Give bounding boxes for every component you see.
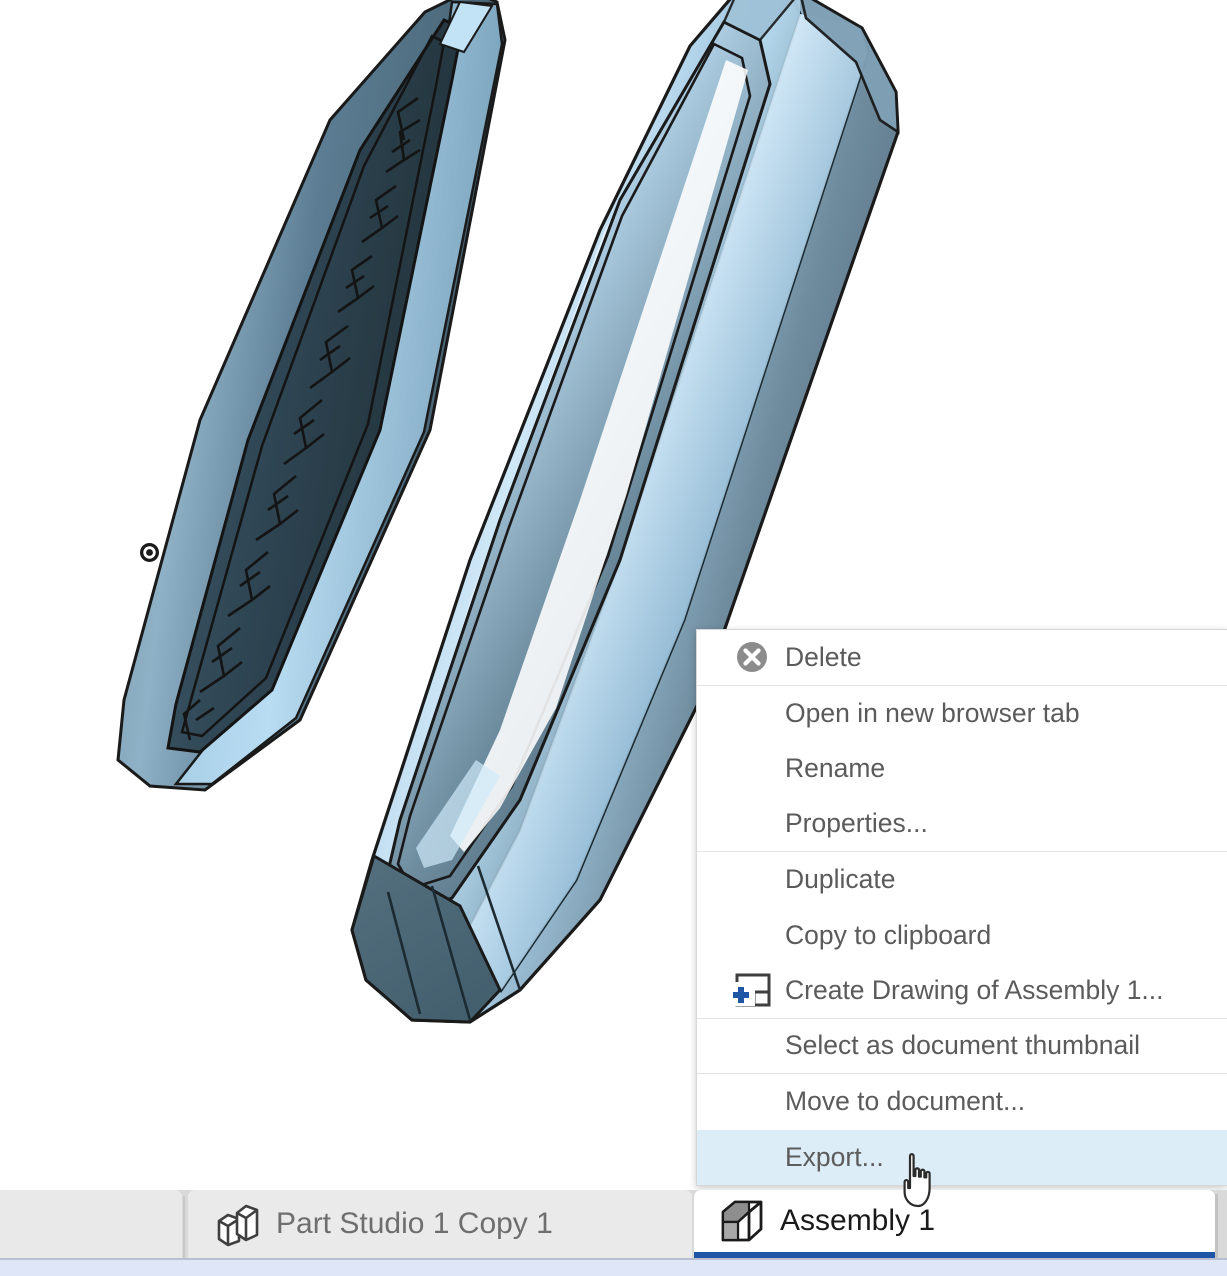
menu-icon-placeholder: [719, 803, 785, 845]
menu-item-label: Move to document...: [785, 1086, 1026, 1117]
part-studio-icon: [212, 1198, 264, 1250]
menu-item-export[interactable]: Export...: [697, 1129, 1227, 1185]
assembly-cube-icon: [716, 1195, 768, 1247]
menu-item-create-drawing[interactable]: Create Drawing of Assembly 1...: [697, 963, 1227, 1019]
menu-icon-placeholder: [719, 859, 785, 901]
menu-item-label: Delete: [785, 641, 862, 672]
tab-assembly-1[interactable]: Assembly 1: [694, 1190, 1215, 1258]
menu-item-label: Export...: [785, 1141, 884, 1172]
menu-item-rename[interactable]: Rename: [697, 741, 1227, 797]
tab-part-studio-1-copy-1[interactable]: Part Studio 1 Copy 1: [188, 1190, 692, 1258]
menu-item-label: Rename: [785, 753, 886, 784]
menu-item-label: Create Drawing of Assembly 1...: [785, 974, 1164, 1005]
onshape-assembly-window: Delete Open in new browser tab Rename Pr…: [0, 0, 1227, 1276]
menu-item-label: Open in new browser tab: [785, 697, 1080, 728]
menu-item-select-as-document-thumbnail[interactable]: Select as document thumbnail: [697, 1019, 1227, 1074]
menu-icon-placeholder: [719, 914, 785, 956]
menu-item-delete[interactable]: Delete: [697, 630, 1227, 686]
menu-item-label: Copy to clipboard: [785, 919, 992, 950]
menu-icon-placeholder: [719, 1136, 785, 1178]
menu-item-properties[interactable]: Properties...: [697, 797, 1227, 852]
menu-icon-placeholder: [719, 1025, 785, 1067]
menu-icon-placeholder: [719, 748, 785, 790]
menu-item-open-in-new-browser-tab[interactable]: Open in new browser tab: [697, 686, 1227, 742]
document-tab-bar[interactable]: Part Studio 1 Copy 1 Assembly 1: [0, 1190, 1227, 1258]
menu-item-label: Duplicate: [785, 864, 896, 895]
delete-circle-icon: [719, 636, 785, 678]
tab-label: Part Studio 1 Copy 1: [276, 1207, 553, 1240]
menu-item-copy-to-clipboard[interactable]: Copy to clipboard: [697, 908, 1227, 964]
assembly-tab-context-menu[interactable]: Delete Open in new browser tab Rename Pr…: [696, 629, 1227, 1186]
menu-item-label: Properties...: [785, 808, 928, 839]
menu-item-label: Select as document thumbnail: [785, 1030, 1141, 1061]
tab-divider-right: [1215, 1194, 1218, 1258]
create-drawing-icon: [719, 969, 785, 1011]
menu-icon-placeholder: [719, 692, 785, 734]
bottom-status-strip: [0, 1258, 1227, 1276]
menu-icon-placeholder: [719, 1081, 785, 1123]
menu-item-move-to-document[interactable]: Move to document...: [697, 1074, 1227, 1130]
tab-partial-left[interactable]: [0, 1190, 182, 1258]
tab-label: Assembly 1: [780, 1204, 936, 1237]
menu-item-duplicate[interactable]: Duplicate: [697, 852, 1227, 908]
tab-divider: [183, 1196, 185, 1258]
